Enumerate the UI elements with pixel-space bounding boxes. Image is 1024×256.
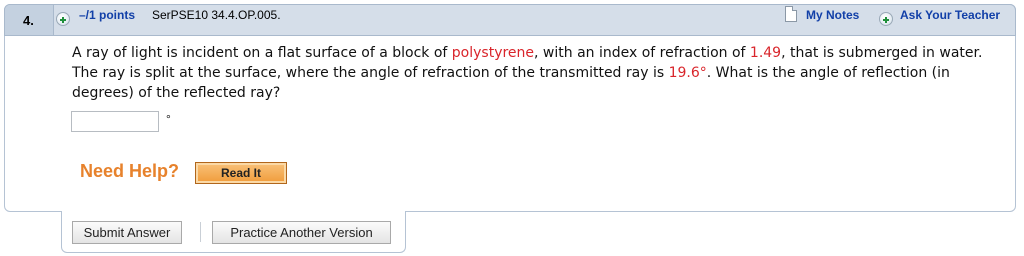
practice-another-version-button[interactable]: Practice Another Version: [212, 221, 391, 244]
ask-teacher-link[interactable]: Ask Your Teacher: [900, 8, 1000, 22]
question-number: 4.: [23, 13, 34, 28]
degree-unit: °: [166, 112, 171, 126]
answer-input[interactable]: [71, 111, 159, 132]
expand-plus-icon[interactable]: [56, 12, 70, 26]
question-id: SerPSE10 34.4.OP.005.: [152, 8, 281, 22]
my-notes-link[interactable]: My Notes: [806, 8, 859, 22]
material-highlight: polystyrene: [451, 45, 535, 61]
need-help-label: Need Help?: [80, 161, 180, 181]
ask-teacher-plus-icon[interactable]: [879, 12, 893, 26]
question-text-part1: A ray of light is incident on a flat sur…: [72, 45, 452, 61]
question-number-cell: 4.: [5, 5, 54, 35]
angle-highlight: 19.6°: [668, 65, 707, 81]
question-text: A ray of light is incident on a flat sur…: [72, 43, 992, 103]
button-divider: [200, 222, 201, 242]
notes-icon[interactable]: [785, 6, 797, 22]
read-it-button[interactable]: Read It: [195, 162, 287, 184]
index-highlight: 1.49: [749, 45, 782, 61]
question-text-part2: , with an index of refraction of: [534, 45, 750, 61]
submit-answer-button[interactable]: Submit Answer: [72, 221, 182, 244]
points-label: –/1 points: [79, 8, 136, 22]
